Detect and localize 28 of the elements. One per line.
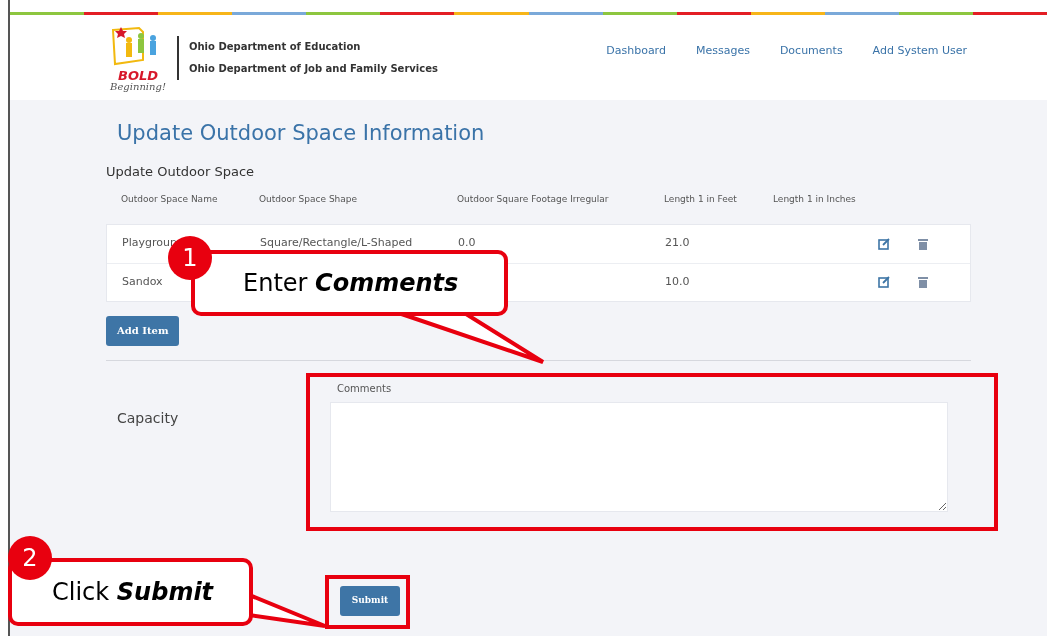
logo-tagline: Beginning! [110, 81, 166, 92]
organization-name: Ohio Department of Education [189, 40, 362, 54]
column-header: Length 1 in Feet [664, 193, 738, 206]
table-cell-text: 21.0 [665, 235, 691, 252]
table-cell: 0.0 [458, 236, 476, 250]
table-cell-text: 10.0 [665, 273, 691, 290]
edit-icon[interactable] [878, 237, 890, 250]
nav-link[interactable]: Documents [779, 43, 843, 60]
nav-link[interactable]: Dashboard [606, 43, 666, 60]
column-header: Length 1 in Inches [773, 193, 857, 206]
column-header: Outdoor Square Footage Irregular [457, 193, 610, 206]
trash-icon[interactable] [918, 237, 928, 250]
capacity-label: Capacity [117, 408, 180, 428]
logo-word: BOLD [117, 68, 158, 82]
page-title: Update Outdoor Space Information [117, 120, 486, 147]
comments-label: Comments [337, 381, 393, 396]
table-cell: Square/Rectangle/L-Shaped [260, 236, 413, 250]
section-title: Update Outdoor Space [106, 162, 256, 181]
add-item-button[interactable]: Add Item [106, 315, 180, 346]
nav-link[interactable]: Messages [695, 43, 750, 60]
organization-name: Ohio Department of Job and Family Services [189, 62, 438, 76]
comments-field[interactable] [330, 401, 948, 512]
submit-button[interactable]: Submit [340, 585, 400, 616]
edit-icon[interactable] [878, 276, 890, 288]
column-header: Outdoor Space Shape [259, 193, 359, 206]
column-header: Outdoor Space Name [121, 193, 219, 206]
trash-icon[interactable] [918, 276, 928, 288]
nav-link[interactable]: Add System User [872, 43, 967, 60]
